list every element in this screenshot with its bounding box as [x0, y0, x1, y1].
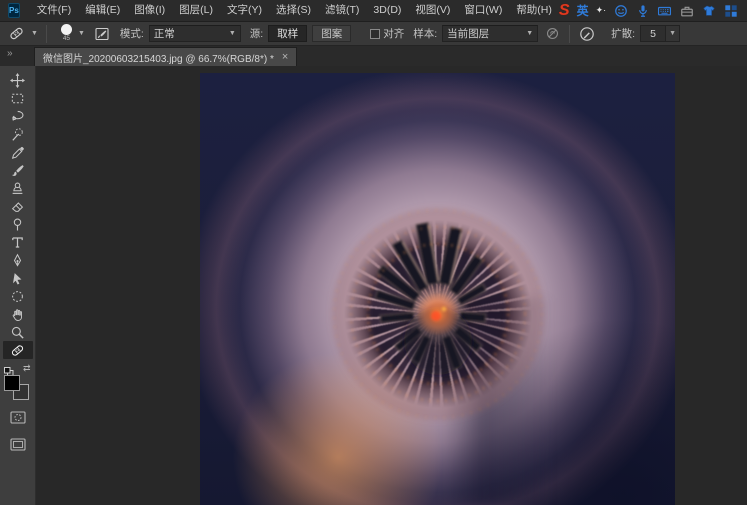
brush-settings-panel-icon[interactable]	[94, 25, 111, 42]
brush-size-value: 45	[63, 36, 70, 43]
quick-mask-icon[interactable]	[10, 411, 26, 429]
zoom-tool[interactable]	[3, 323, 33, 341]
sogou-microphone-icon[interactable]	[635, 3, 650, 18]
hand-tool[interactable]	[3, 305, 33, 323]
rectangular-marquee-tool[interactable]	[3, 89, 33, 107]
document-tab[interactable]: 微信图片_20200603215403.jpg @ 66.7%(RGB/8*) …	[34, 47, 297, 66]
menu-3d[interactable]: 3D(D)	[366, 0, 408, 21]
lasso-tool[interactable]	[3, 107, 33, 125]
options-divider	[46, 25, 47, 43]
source-sampled-button[interactable]: 取样	[268, 25, 307, 42]
sogou-toolbox-icon[interactable]	[679, 3, 694, 18]
align-checkbox-group[interactable]: 对齐	[370, 26, 404, 41]
menu-image[interactable]: 图像(I)	[127, 0, 172, 21]
sogou-skin-icon[interactable]	[701, 3, 716, 18]
sogou-keyboard-icon[interactable]	[657, 3, 672, 18]
menu-help[interactable]: 帮助(H)	[509, 0, 559, 21]
sample-select[interactable]: 当前图层 ▼	[442, 25, 538, 42]
source-label: 源:	[250, 26, 263, 41]
canvas-image[interactable]	[200, 73, 675, 505]
photoshop-window: Ps 文件(F) 编辑(E) 图像(I) 图层(L) 文字(Y) 选择(S) 滤…	[0, 0, 747, 505]
path-selection-tool[interactable]	[3, 269, 33, 287]
tools-panel-collapse-icon[interactable]: »	[7, 48, 12, 59]
menu-edit[interactable]: 编辑(E)	[78, 0, 127, 21]
sogou-emoji-icon[interactable]	[613, 3, 628, 18]
sogou-sparkle-icon[interactable]: ✦·	[596, 5, 607, 16]
switch-colors-icon[interactable]: ⇄	[23, 363, 31, 374]
source-pattern-button[interactable]: 图案	[312, 25, 351, 42]
sample-label: 样本:	[413, 26, 437, 41]
sogou-logo-icon[interactable]: S	[559, 3, 570, 19]
options-divider	[569, 25, 570, 43]
tiny-planet-artwork	[278, 146, 598, 466]
source-sampled-label: 取样	[277, 26, 298, 41]
clone-stamp-tool[interactable]	[3, 179, 33, 197]
tool-options-bar: ▼ 45 ▼ 模式: 正常 ▼ 源: 取样 图案 对齐 样本: 当前图层 ▼	[0, 22, 747, 46]
dodge-tool[interactable]	[3, 215, 33, 233]
toolbar-bottom-buttons	[10, 411, 26, 456]
eraser-tool[interactable]	[3, 197, 33, 215]
mode-value: 正常	[154, 26, 228, 41]
document-tab-bar: » 微信图片_20200603215403.jpg @ 66.7%(RGB/8*…	[0, 46, 747, 66]
align-label: 对齐	[383, 26, 404, 41]
menu-bar: Ps 文件(F) 编辑(E) 图像(I) 图层(L) 文字(Y) 选择(S) 滤…	[0, 0, 747, 22]
quick-selection-tool[interactable]	[3, 125, 33, 143]
brush-tip-preview	[61, 24, 72, 35]
ellipse-tool[interactable]	[3, 287, 33, 305]
menu-type[interactable]: 文字(Y)	[220, 0, 269, 21]
diffusion-chevron-icon[interactable]: ▼	[666, 25, 680, 42]
mode-label: 模式:	[120, 26, 144, 41]
planet-detail-layer	[278, 146, 598, 466]
menu-view[interactable]: 视图(V)	[408, 0, 457, 21]
sample-select-chevron-icon: ▼	[526, 30, 533, 37]
document-tab-title: 微信图片_20200603215403.jpg @ 66.7%(RGB/8*) …	[43, 50, 274, 65]
diffusion-label: 扩散:	[611, 26, 635, 41]
pasteboard	[36, 66, 747, 505]
pen-tool[interactable]	[3, 251, 33, 269]
tools-panel: ⇄	[0, 66, 36, 505]
tool-preset-chevron-icon[interactable]: ▼	[31, 30, 38, 37]
foreground-color-swatch[interactable]	[4, 375, 20, 391]
ignore-adjustment-layers-icon[interactable]	[543, 25, 561, 43]
color-swatch-zone: ⇄	[3, 365, 33, 399]
type-tool[interactable]	[3, 233, 33, 251]
healing-brush-tool[interactable]	[3, 341, 33, 359]
sogou-input-bar: S 英 ✦·	[559, 2, 747, 19]
brush-size-picker[interactable]: 45	[61, 24, 72, 43]
sogou-lang-toggle[interactable]: 英	[577, 2, 589, 19]
source-pattern-label: 图案	[321, 26, 342, 41]
diffusion-value[interactable]: 5	[640, 25, 666, 42]
ps-logo[interactable]: Ps	[8, 3, 20, 18]
screen-mode-icon[interactable]	[10, 438, 26, 456]
tool-preset-healing-brush-icon[interactable]	[8, 25, 25, 42]
brush-tool[interactable]	[3, 161, 33, 179]
menu-file[interactable]: 文件(F)	[30, 0, 78, 21]
mode-select[interactable]: 正常 ▼	[149, 25, 241, 42]
pressure-size-icon[interactable]	[578, 25, 596, 43]
mode-select-chevron-icon: ▼	[229, 30, 236, 37]
menu-layer[interactable]: 图层(L)	[172, 0, 220, 21]
menu-window[interactable]: 窗口(W)	[457, 0, 509, 21]
eyedropper-tool[interactable]	[3, 143, 33, 161]
align-checkbox[interactable]	[370, 29, 380, 39]
move-tool[interactable]	[3, 71, 33, 89]
menu-select[interactable]: 选择(S)	[269, 0, 318, 21]
brush-picker-chevron-icon[interactable]: ▼	[78, 30, 85, 37]
sogou-grid-icon[interactable]	[723, 3, 738, 18]
diffusion-control[interactable]: 5 ▼	[640, 25, 680, 42]
sample-value: 当前图层	[447, 26, 525, 41]
tab-close-icon[interactable]: ×	[282, 52, 288, 63]
workspace: ⇄	[0, 66, 747, 505]
menu-filter[interactable]: 滤镜(T)	[318, 0, 366, 21]
